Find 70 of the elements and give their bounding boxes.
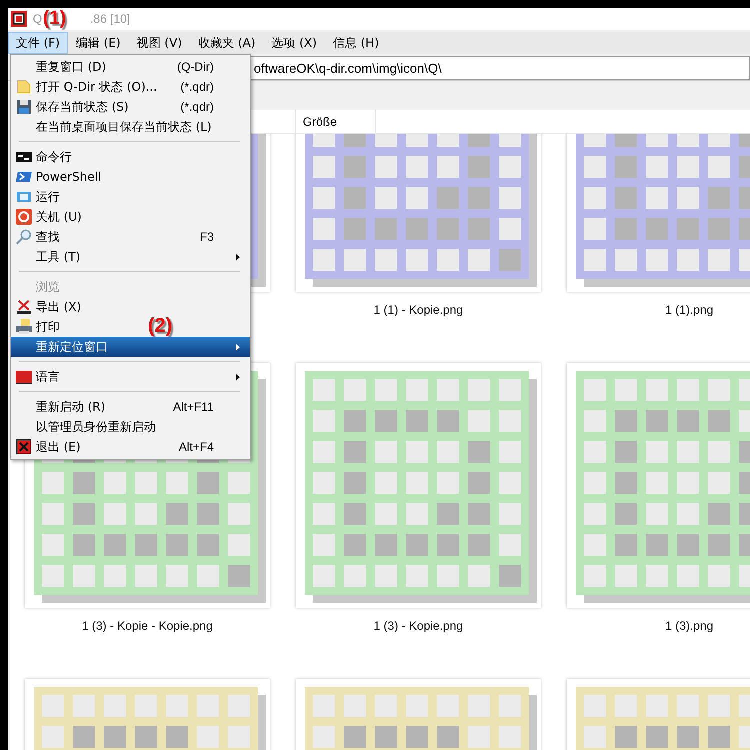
menu-item-label: 打开 Q-Dir 状态 (O)... xyxy=(36,78,158,96)
menu-bar-item[interactable]: 编辑 (E) xyxy=(68,32,129,54)
menu-item[interactable]: 退出 (E) Alt+F4 xyxy=(11,437,250,457)
window-icon xyxy=(16,189,32,205)
search-icon xyxy=(16,229,32,245)
menu-item[interactable]: 在当前桌面项目保存当前状态 (L) xyxy=(11,117,250,137)
menu-item-label: 运行 xyxy=(36,188,60,206)
submenu-arrow-icon xyxy=(236,254,240,260)
menu-item-label: 重新启动 (R) xyxy=(36,398,106,416)
menu-item-label: 语言 xyxy=(36,368,60,386)
close-icon xyxy=(16,439,32,455)
cross-icon xyxy=(16,299,32,315)
menu-item-label: 重复窗口 (D) xyxy=(36,58,106,76)
menu-bar-item[interactable]: 收藏夹 (A) xyxy=(190,32,264,54)
submenu-arrow-icon xyxy=(236,374,240,380)
menu-item-label: 打印 xyxy=(36,318,60,336)
menu-item-label: 命令行 xyxy=(36,148,72,166)
submenu-arrow-icon xyxy=(236,344,240,350)
annotation-label: (2) xyxy=(148,314,172,338)
column-header[interactable]: Größe xyxy=(296,110,376,133)
terminal-icon xyxy=(16,169,32,185)
menu-item-label: 退出 (E) xyxy=(36,438,81,456)
menu-item[interactable]: 重新启动 (R) Alt+F11 xyxy=(11,397,250,417)
menu-item-label: 查找 xyxy=(36,228,60,246)
menu-item[interactable]: PowerShell xyxy=(11,167,250,187)
window-title: Q xyxy=(33,12,42,26)
shortcut-label: F3 xyxy=(200,230,215,244)
menu-bar-item[interactable]: 文件 (F) xyxy=(8,32,68,54)
annotation-label: (1) xyxy=(43,8,66,30)
window-title: .86 [10] xyxy=(90,12,130,26)
file-name: 1 (3) - Kopie - Kopie.png xyxy=(81,619,214,633)
menu-item[interactable]: 工具 (T) xyxy=(11,247,250,267)
menu-item[interactable]: 重新定位窗口 xyxy=(11,337,250,357)
terminal-icon xyxy=(16,149,32,165)
menu-item[interactable]: 保存当前状态 (S) (*.qdr) xyxy=(11,97,250,117)
menu-item[interactable]: 语言 xyxy=(11,367,250,387)
menu-item[interactable]: 查找 F3 xyxy=(11,227,250,247)
menu-item-label: PowerShell xyxy=(36,170,102,184)
menu-item[interactable]: 打开 Q-Dir 状态 (O)... (*.qdr) xyxy=(11,77,250,97)
menu-bar-item[interactable]: 视图 (V) xyxy=(128,32,190,54)
menu-item[interactable]: 重复窗口 (D) (Q-Dir) xyxy=(11,57,250,77)
shortcut-label: (Q-Dir) xyxy=(177,60,215,74)
menu-bar-item[interactable]: 信息 (H) xyxy=(325,32,388,54)
menu-item[interactable]: 关机 (U) xyxy=(11,207,250,227)
menu-item-label: 保存当前状态 (S) xyxy=(36,98,129,116)
shortcut-label: (*.qdr) xyxy=(180,100,215,114)
printer-icon xyxy=(16,319,32,335)
menu-item[interactable]: 打印 (2) xyxy=(11,317,250,337)
menu-bar-item[interactable]: 选项 (X) xyxy=(264,32,326,54)
menu-item-label: 关机 (U) xyxy=(36,208,82,226)
menu-item[interactable]: 运行 xyxy=(11,187,250,207)
shortcut-label: (*.qdr) xyxy=(180,80,215,94)
menu-item-label: 浏览 xyxy=(36,278,60,296)
file-name: 1 (1).png xyxy=(664,303,715,317)
file-name: 1 (3) - Kopie.png xyxy=(372,619,464,633)
menu-item-label: 导出 (X) xyxy=(36,298,82,316)
menu-item-label: 以管理员身份重新启动 xyxy=(36,418,156,436)
app-icon xyxy=(11,11,27,27)
menu-item-label: 重新定位窗口 xyxy=(36,338,108,356)
power-icon xyxy=(16,209,32,225)
shortcut-label: Alt+F11 xyxy=(173,400,215,414)
flag-icon xyxy=(16,369,32,385)
menu-item-label: 在当前桌面项目保存当前状态 (L) xyxy=(36,118,212,136)
menu-item-label: 工具 (T) xyxy=(36,248,81,266)
file-name: 1 (3).png xyxy=(664,619,715,633)
shortcut-label: Alt+F4 xyxy=(178,440,215,454)
file-name: 1 (1) - Kopie.png xyxy=(372,303,464,317)
menu-item[interactable]: 导出 (X) xyxy=(11,297,250,317)
menu-item[interactable]: 以管理员身份重新启动 xyxy=(11,417,250,437)
menu-item[interactable]: 命令行 xyxy=(11,147,250,167)
